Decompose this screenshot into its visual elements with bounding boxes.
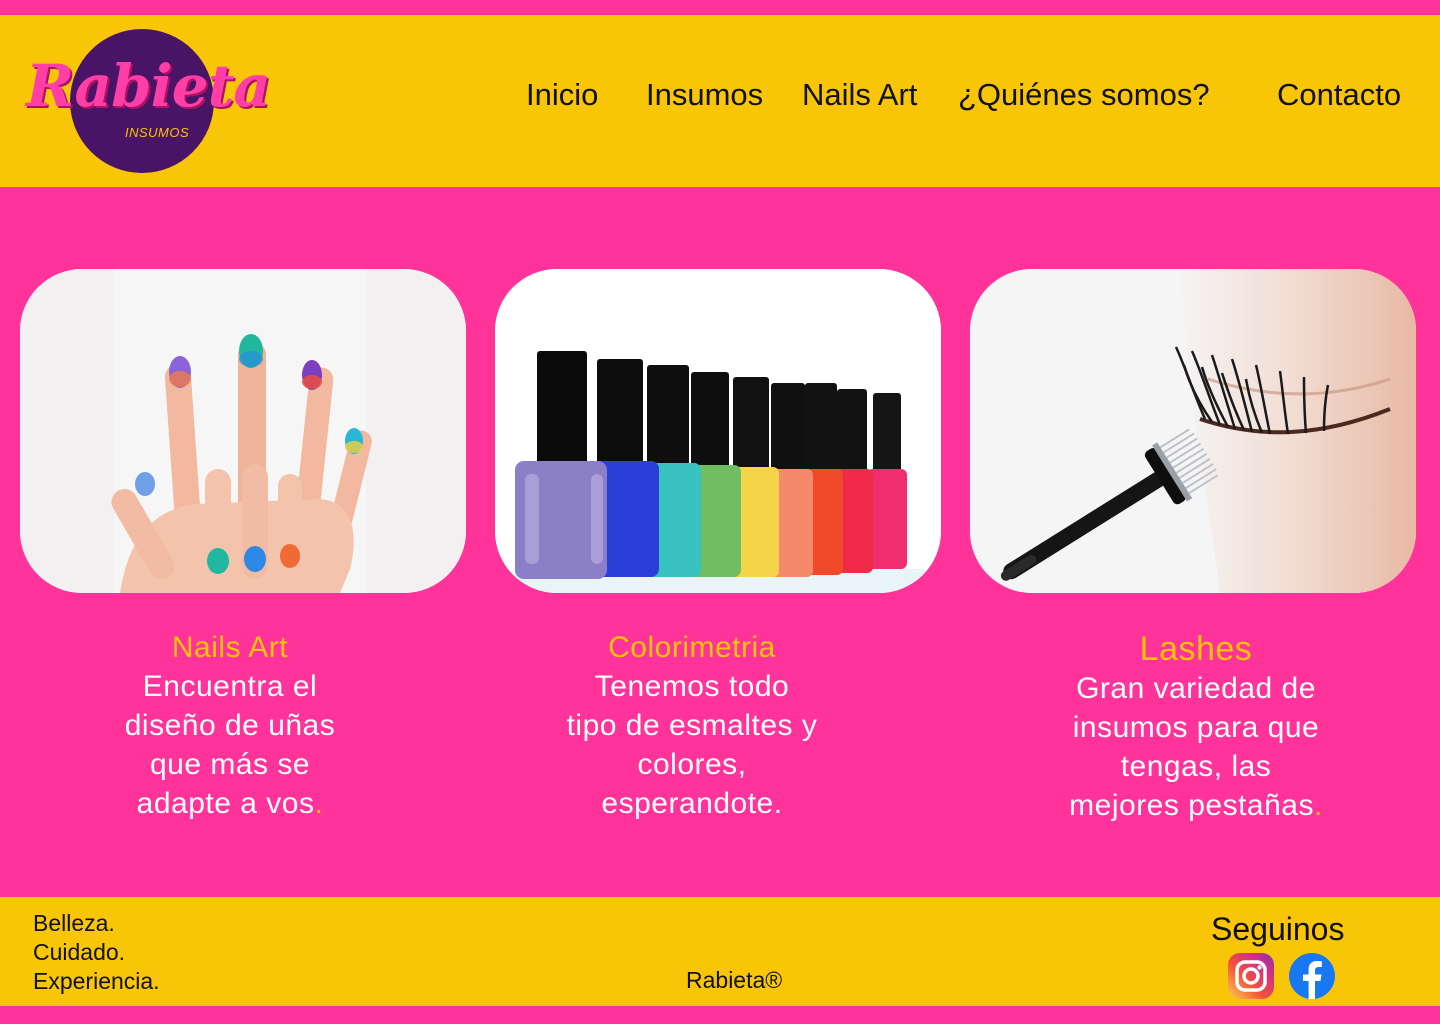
eyelash-comb-illustration xyxy=(970,269,1416,593)
card-colorimetria-line: esperandote. xyxy=(601,787,783,820)
main-nav: Inicio Insumos Nails Art ¿Quiénes somos?… xyxy=(0,77,1440,117)
footer-brand: Rabieta® xyxy=(686,967,783,993)
card-lashes-line: insumos para que xyxy=(1072,711,1320,744)
follow-heading: Seguinos xyxy=(1211,911,1345,947)
hands-nails-illustration xyxy=(20,269,466,593)
header: Rabieta INSUMOS Inicio Insumos Nails Art… xyxy=(0,15,1440,187)
card-colorimetria-text: Colorimetria Tenemos todo tipo de esmalt… xyxy=(469,628,915,823)
card-nails-art-line: Encuentra el xyxy=(142,670,318,703)
card-lashes-text: Lashes Gran variedad de insumos para que… xyxy=(973,630,1419,825)
page: Rabieta INSUMOS Inicio Insumos Nails Art… xyxy=(0,0,1440,1024)
tagline-line: Cuidado. xyxy=(33,939,126,965)
tagline-line: Experiencia. xyxy=(33,968,160,994)
footer: Belleza. Cuidado. Experiencia. Rabieta® … xyxy=(0,897,1440,1006)
card-lashes-title: Lashes xyxy=(1139,630,1253,668)
colorimetria-image[interactable] xyxy=(495,269,941,593)
card-nails-art-title: Nails Art xyxy=(171,631,289,664)
card-colorimetria-line: tipo de esmaltes y xyxy=(566,709,818,742)
card-colorimetria-title: Colorimetria xyxy=(608,631,776,664)
card-lashes-line: tengas, las xyxy=(1120,750,1272,783)
nav-contacto[interactable]: Contacto xyxy=(1277,77,1401,113)
nav-insumos[interactable]: Insumos xyxy=(646,77,763,113)
card-nails-art-line: que más se xyxy=(149,748,311,781)
instagram-icon[interactable] xyxy=(1227,952,1275,1000)
card-colorimetria-line: Tenemos todo xyxy=(594,670,790,703)
accent-dot: . xyxy=(314,787,324,820)
lashes-image[interactable] xyxy=(970,269,1416,593)
card-nails-art-line: adapte a vos xyxy=(136,787,315,820)
accent-dot: . xyxy=(1313,789,1323,822)
tagline-line: Belleza. xyxy=(33,910,115,936)
footer-tagline: Belleza. Cuidado. Experiencia. xyxy=(33,909,160,996)
card-nails-art-text: Nails Art Encuentra el diseño de uñas qu… xyxy=(7,628,453,823)
card-lashes-line: mejores pestañas xyxy=(1069,789,1314,822)
nav-inicio[interactable]: Inicio xyxy=(526,77,598,113)
nav-quienes-somos[interactable]: ¿Quiénes somos? xyxy=(958,77,1210,113)
card-lashes-line: Gran variedad de xyxy=(1076,672,1316,705)
facebook-icon[interactable] xyxy=(1288,952,1336,1000)
logo-subtitle: INSUMOS xyxy=(125,125,190,140)
card-colorimetria-line: colores, xyxy=(637,748,747,781)
nails-art-image[interactable] xyxy=(20,269,466,593)
nail-polish-bottles-illustration xyxy=(495,269,941,593)
nav-nails-art[interactable]: Nails Art xyxy=(802,77,917,113)
card-nails-art-line: diseño de uñas xyxy=(124,709,336,742)
